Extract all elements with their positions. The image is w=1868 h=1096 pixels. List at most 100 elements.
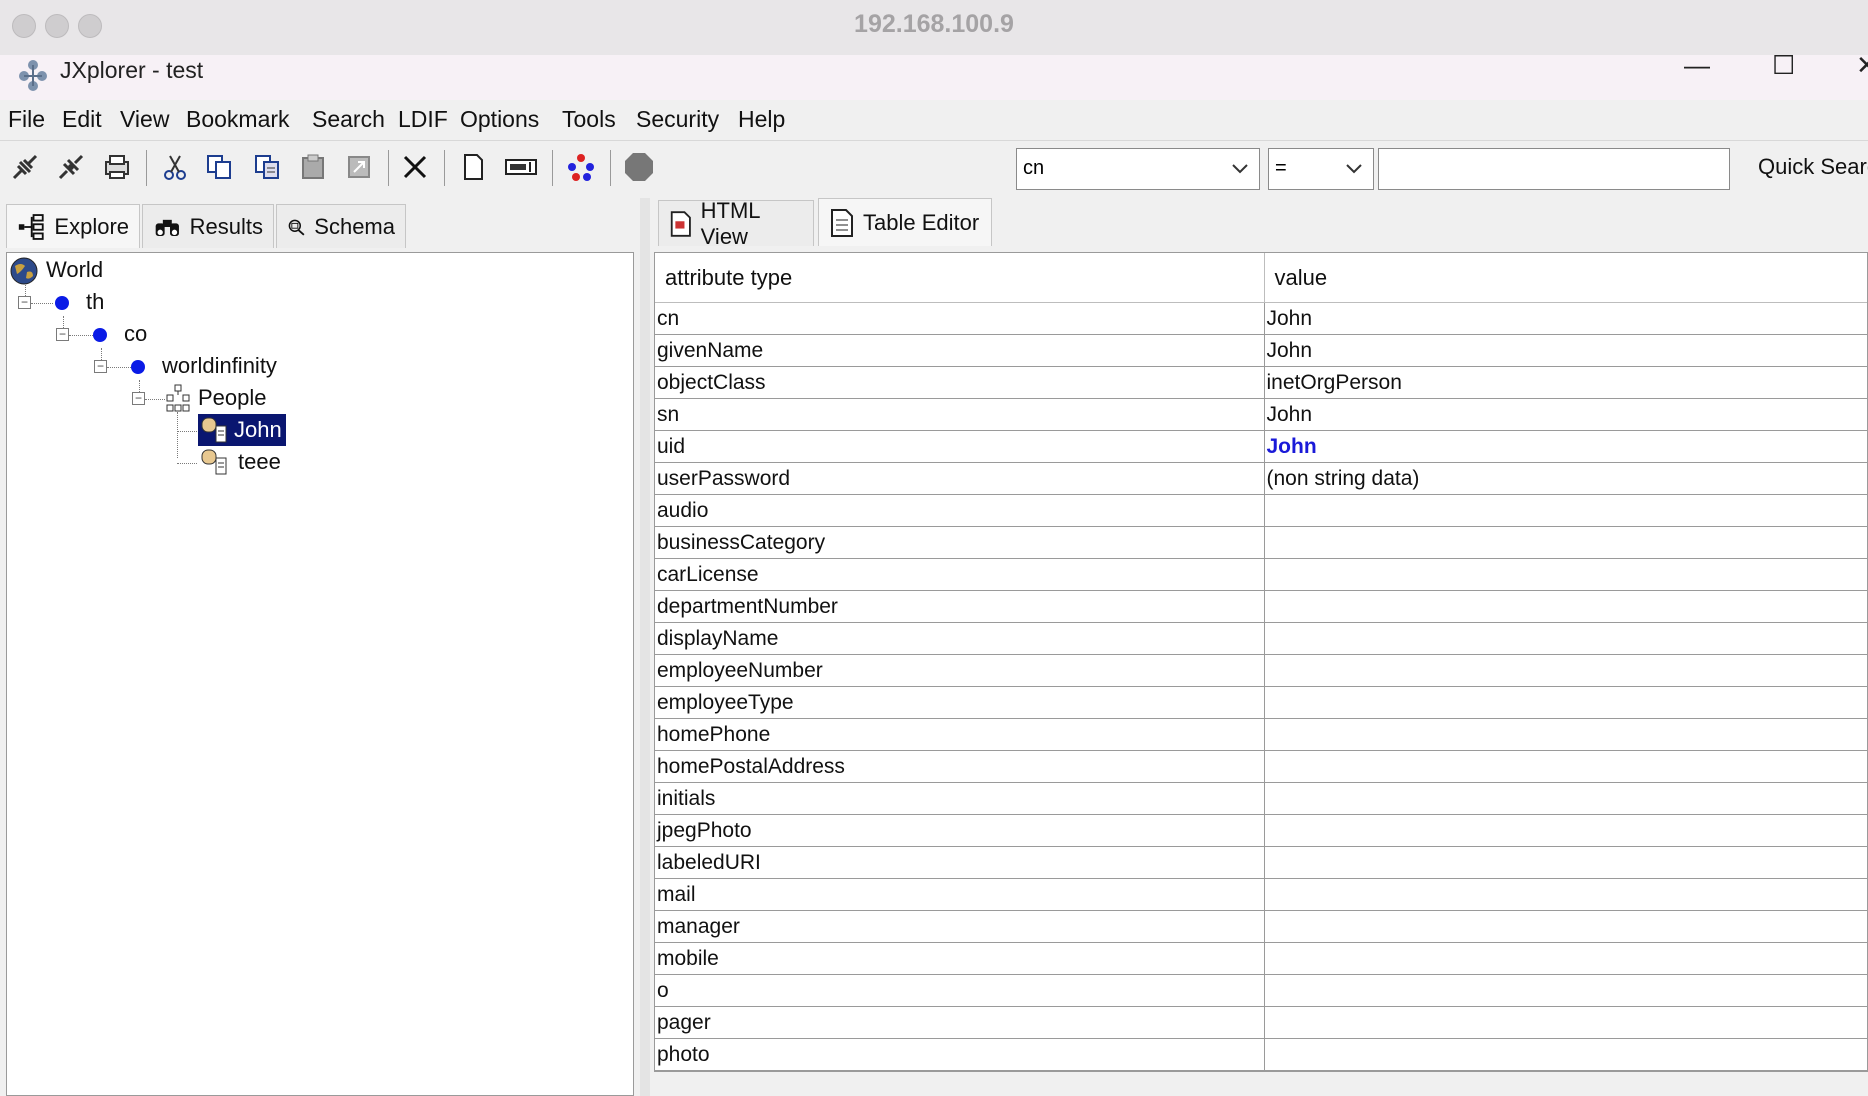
paste-alias-icon[interactable]	[340, 148, 378, 186]
table-row[interactable]: mail	[655, 878, 1867, 911]
menu-file[interactable]: File	[8, 106, 45, 133]
attribute-value-cell[interactable]	[1264, 494, 1867, 527]
connect-icon[interactable]	[6, 148, 44, 186]
tab-explore[interactable]: Explore	[6, 204, 140, 248]
panel-splitter[interactable]	[640, 198, 650, 1096]
table-row[interactable]: departmentNumber	[655, 590, 1867, 623]
cut-icon[interactable]	[156, 148, 194, 186]
attribute-value-cell[interactable]	[1264, 526, 1867, 559]
table-row[interactable]: photo	[655, 1038, 1867, 1071]
refresh-icon[interactable]	[562, 148, 600, 186]
attribute-value-cell[interactable]: John	[1264, 334, 1867, 367]
quick-search-button[interactable]: Quick Search	[1758, 154, 1868, 180]
attribute-value-cell[interactable]	[1264, 942, 1867, 975]
disconnect-icon[interactable]	[52, 148, 90, 186]
attribute-value-cell[interactable]	[1264, 1006, 1867, 1039]
attribute-value-cell[interactable]	[1264, 878, 1867, 911]
close-window-button[interactable]: ✕	[1856, 50, 1868, 81]
tree-node-th[interactable]: th	[86, 289, 104, 315]
tree-node-worldinfinity[interactable]: worldinfinity	[162, 353, 277, 379]
attribute-value-cell[interactable]	[1264, 686, 1867, 719]
stop-icon[interactable]	[620, 148, 658, 186]
menu-ldif[interactable]: LDIF	[398, 106, 448, 133]
attribute-value-cell[interactable]	[1264, 750, 1867, 783]
menu-tools[interactable]: Tools	[562, 106, 616, 133]
delete-icon[interactable]	[396, 148, 434, 186]
table-row[interactable]: mobile	[655, 942, 1867, 975]
attribute-value-cell[interactable]	[1264, 654, 1867, 687]
attribute-value-cell[interactable]	[1264, 622, 1867, 655]
attribute-value-cell[interactable]	[1264, 814, 1867, 847]
attribute-table[interactable]: attribute type value cn John givenName Joh…	[654, 252, 1868, 1072]
menu-options[interactable]: Options	[460, 106, 539, 133]
menu-search[interactable]: Search	[312, 106, 385, 133]
table-row[interactable]: manager	[655, 910, 1867, 943]
table-row[interactable]: employeeNumber	[655, 654, 1867, 687]
table-row[interactable]: initials	[655, 782, 1867, 815]
table-row[interactable]: audio	[655, 494, 1867, 527]
search-value-input[interactable]	[1378, 148, 1730, 190]
naming-attribute-value-cell[interactable]: John	[1264, 430, 1867, 463]
app-title-bar	[0, 55, 1868, 100]
collapse-co-toggle[interactable]: −	[56, 328, 69, 341]
table-row[interactable]: homePhone	[655, 718, 1867, 751]
attribute-value-cell[interactable]	[1264, 1038, 1867, 1071]
new-entry-icon[interactable]	[454, 148, 492, 186]
tab-table-editor[interactable]: Table Editor	[818, 198, 992, 246]
attribute-value-cell[interactable]	[1264, 910, 1867, 943]
search-attribute-select[interactable]: cn	[1016, 148, 1260, 190]
table-row[interactable]: displayName	[655, 622, 1867, 655]
search-operator-select[interactable]: =	[1268, 148, 1374, 190]
menu-security[interactable]: Security	[636, 106, 719, 133]
table-row[interactable]: carLicense	[655, 558, 1867, 591]
tree-node-people[interactable]: People	[198, 385, 267, 411]
table-row[interactable]: sn John	[655, 398, 1867, 431]
print-icon[interactable]	[98, 148, 136, 186]
tab-schema[interactable]: Schema	[276, 204, 406, 248]
attribute-value-cell[interactable]: John	[1264, 302, 1867, 335]
table-row[interactable]: cn John	[655, 302, 1867, 335]
attribute-value-cell[interactable]	[1264, 846, 1867, 879]
attribute-value-cell[interactable]	[1264, 558, 1867, 591]
minimize-window-button[interactable]: —	[1684, 50, 1710, 81]
table-row[interactable]: objectClass inetOrgPerson	[655, 366, 1867, 399]
table-row[interactable]: labeledURI	[655, 846, 1867, 879]
tab-results[interactable]: Results	[142, 204, 274, 248]
attribute-value-cell[interactable]: John	[1264, 398, 1867, 431]
table-row[interactable]: userPassword (non string data)	[655, 462, 1867, 495]
attribute-value-cell[interactable]	[1264, 974, 1867, 1007]
table-row[interactable]: homePostalAddress	[655, 750, 1867, 783]
copy-icon[interactable]	[200, 148, 238, 186]
paste-icon[interactable]	[294, 148, 332, 186]
column-header-value[interactable]: value	[1264, 253, 1867, 303]
copy-dn-icon[interactable]	[248, 148, 286, 186]
attribute-value-cell[interactable]	[1264, 590, 1867, 623]
collapse-people-toggle[interactable]: −	[132, 392, 145, 405]
collapse-worldinfinity-toggle[interactable]: −	[94, 360, 107, 373]
table-row[interactable]: givenName John	[655, 334, 1867, 367]
tree-node-john-selected[interactable]: John	[198, 414, 286, 446]
menu-edit[interactable]: Edit	[62, 106, 102, 133]
maximize-window-button[interactable]: ☐	[1772, 50, 1795, 81]
tree-node-world[interactable]: World	[46, 257, 103, 283]
menu-bookmark[interactable]: Bookmark	[186, 106, 290, 133]
table-row[interactable]: pager	[655, 1006, 1867, 1039]
table-row[interactable]: jpegPhoto	[655, 814, 1867, 847]
collapse-th-toggle[interactable]: −	[18, 296, 31, 309]
tab-html-view[interactable]: HTML View	[658, 198, 814, 249]
attribute-value-cell[interactable]: inetOrgPerson	[1264, 366, 1867, 399]
table-row[interactable]: uid John	[655, 430, 1867, 463]
attribute-value-cell[interactable]	[1264, 718, 1867, 751]
table-row[interactable]: businessCategory	[655, 526, 1867, 559]
attribute-value-cell[interactable]: (non string data)	[1264, 462, 1867, 495]
menu-help[interactable]: Help	[738, 106, 785, 133]
attribute-value-cell[interactable]	[1264, 782, 1867, 815]
rename-icon[interactable]	[502, 148, 540, 186]
menu-view[interactable]: View	[120, 106, 169, 133]
directory-tree[interactable]	[6, 252, 634, 1096]
table-row[interactable]: employeeType	[655, 686, 1867, 719]
column-header-attribute-type[interactable]: attribute type	[655, 253, 1265, 303]
tree-node-teee[interactable]: teee	[238, 449, 281, 475]
tree-node-co[interactable]: co	[124, 321, 147, 347]
table-row[interactable]: o	[655, 974, 1867, 1007]
